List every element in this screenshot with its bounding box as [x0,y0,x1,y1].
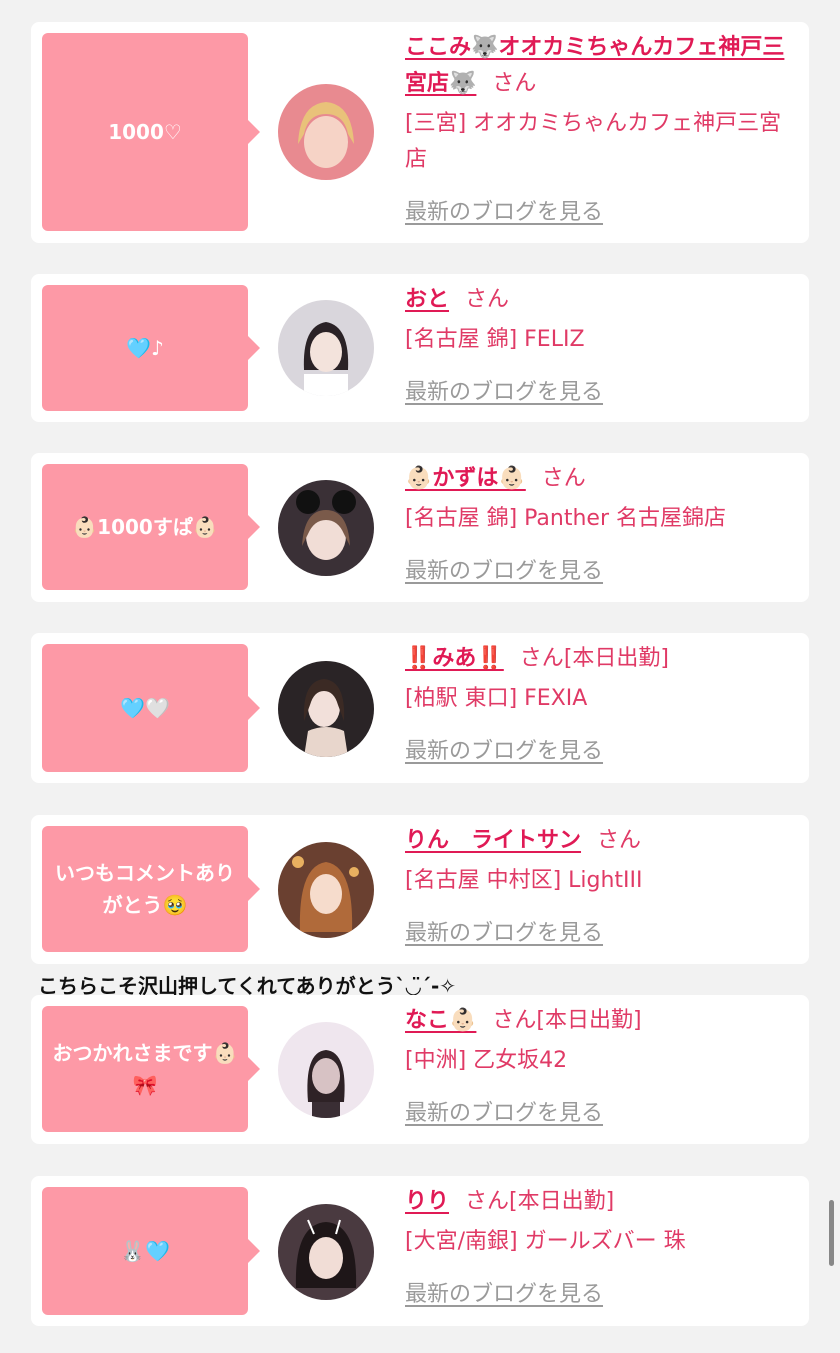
honorific: さん [541,466,586,491]
comment-bubble: 🩵♪ [42,285,260,411]
avatar[interactable] [278,84,374,180]
latest-blog-link[interactable]: 最新のブログを見る [405,1280,603,1310]
shop-label: [大宮/南銀] ガールズバー 珠 [405,1229,686,1254]
avatar[interactable] [278,300,374,396]
avatar[interactable] [278,842,374,938]
notification-card: おつかれさまです👶🏻🎀 なこ👶🏻 さん[本日出勤] [中洲] 乙女坂42 最新のブ… [31,995,809,1144]
avatar[interactable] [278,480,374,576]
latest-blog-link[interactable]: 最新のブログを見る [405,737,603,767]
avatar[interactable] [278,1022,374,1118]
latest-blog-link[interactable]: 最新のブログを見る [405,919,603,949]
shop-label: [中洲] 乙女坂42 [405,1048,568,1073]
notification-card: 👶🏻1000すぱ👶🏻 👶🏻かずは👶🏻 さん [名古屋 錦] Panther 名古屋… [31,453,809,602]
comment-bubble: 👶🏻1000すぱ👶🏻 [42,464,260,590]
shop-label: [柏駅 東口] FEXIA [405,686,588,711]
comment-bubble: いつもコメントありがとう🥹 [42,826,260,952]
honorific: さん [465,1189,510,1214]
user-name-link[interactable]: ‼️みあ‼️ [405,646,504,671]
comment-bubble: 🩵🤍 [42,644,260,772]
honorific: さん [597,828,642,853]
notification-card: 1000♡ ここみ🐺オオカミちゃんカフェ神戸三宮店🐺 さん [三宮] オオカミちゃ… [31,22,809,243]
latest-blog-link[interactable]: 最新のブログを見る [405,198,603,228]
notification-card: 🩵🤍 ‼️みあ‼️ さん[本日出勤] [柏駅 東口] FEXIA 最新のブログを見… [31,633,809,783]
honorific: さん [519,646,564,671]
latest-blog-link[interactable]: 最新のブログを見る [405,557,603,587]
user-name-link[interactable]: おと [405,287,449,312]
status-badge: [本日出勤] [563,646,669,671]
honorific: さん [492,71,537,96]
comment-bubble: おつかれさまです👶🏻🎀 [42,1006,260,1132]
status-badge: [本日出勤] [509,1189,615,1214]
user-name-link[interactable]: 👶🏻かずは👶🏻 [405,466,526,491]
latest-blog-link[interactable]: 最新のブログを見る [405,378,603,408]
user-name-link[interactable]: りり [405,1189,449,1214]
honorific: さん [492,1008,537,1033]
shop-label: [三宮] オオカミちゃんカフェ神戸三宮店 [405,111,782,172]
user-name-link[interactable]: りん ライトサン [405,828,581,853]
shop-label: [名古屋 錦] Panther 名古屋錦店 [405,506,726,531]
shop-label: [名古屋 錦] FELIZ [405,327,585,352]
notification-card: いつもコメントありがとう🥹 りん ライトサン さん [名古屋 中村区] Light… [31,815,809,964]
scrollbar[interactable] [829,1200,834,1266]
user-name-link[interactable]: なこ👶🏻 [405,1008,476,1033]
latest-blog-link[interactable]: 最新のブログを見る [405,1099,603,1129]
comment-bubble: 1000♡ [42,33,260,231]
comment-bubble: 🐰🩵 [42,1187,260,1315]
avatar[interactable] [278,661,374,757]
status-badge: [本日出勤] [536,1008,642,1033]
user-name-link[interactable]: ここみ🐺オオカミちゃんカフェ神戸三宮店🐺 [405,35,784,96]
honorific: さん [465,287,510,312]
avatar[interactable] [278,1204,374,1300]
shop-label: [名古屋 中村区] LightIII [405,868,643,893]
notification-card: 🩵♪ おと さん [名古屋 錦] FELIZ 最新のブログを見る [31,274,809,422]
notification-card: 🐰🩵 りり さん[本日出勤] [大宮/南銀] ガールズバー 珠 最新のブログを見る [31,1176,809,1326]
